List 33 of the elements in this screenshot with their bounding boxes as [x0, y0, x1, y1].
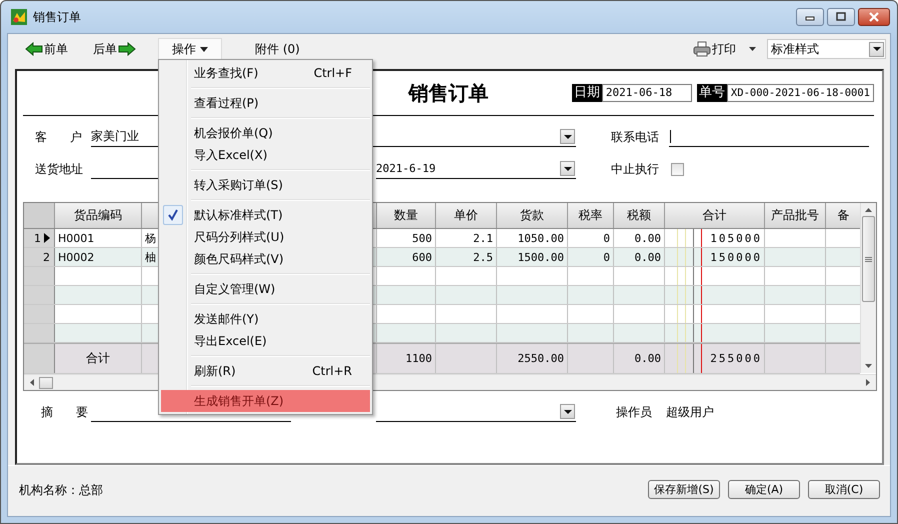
organization-name: 机构名称：总部	[19, 482, 103, 499]
table-cell: 柚	[145, 250, 156, 264]
total-cell: 2550.00	[518, 352, 564, 365]
stop-label: 中止执行	[610, 160, 660, 178]
window-title: 销售订单	[33, 8, 81, 26]
table-cell: 500	[412, 232, 432, 244]
customer-label: 客 户	[34, 128, 84, 146]
form-title: 销售订单	[408, 80, 488, 106]
memo-label: 摘 要	[40, 404, 90, 420]
operator-value: 超级用户	[666, 404, 714, 420]
total-cell: 255000	[710, 352, 762, 365]
table-cell: 0	[603, 232, 610, 244]
table-cell: 1050.00	[518, 232, 564, 244]
total-cell: 1100	[406, 352, 432, 365]
total-cell: 合计	[86, 350, 110, 367]
table-cell: 杨	[145, 230, 156, 246]
operator-label: 操作员	[615, 404, 652, 420]
total-cell: 0.00	[634, 352, 661, 365]
table-cell: 150000	[710, 250, 762, 264]
table-cell: 2.1	[473, 232, 493, 244]
table-cell: 2.5	[473, 250, 493, 264]
table-cell: 600	[412, 250, 432, 264]
table-cell: 0.00	[634, 250, 661, 264]
table-cell: H0001	[58, 232, 94, 244]
order-number-label: 单号	[696, 84, 727, 102]
address-label: 送货地址	[34, 160, 84, 178]
date-label: 日期	[572, 84, 602, 102]
table-cell: H0002	[58, 250, 94, 264]
table-cell: 0.00	[634, 232, 661, 244]
table-cell: 1500.00	[518, 250, 564, 264]
table-cell: 105000	[710, 232, 762, 244]
phone-label: 联系电话	[610, 128, 660, 146]
table-cell: 0	[603, 250, 610, 264]
